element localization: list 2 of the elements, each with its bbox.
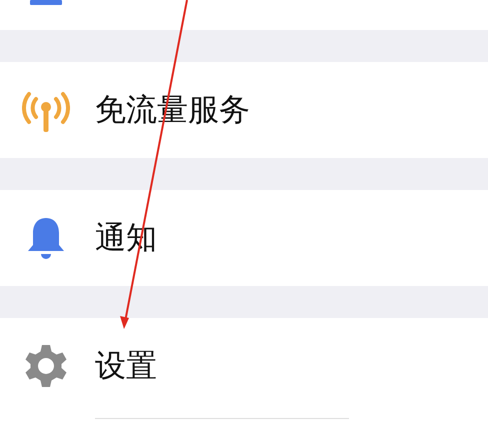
app-icon xyxy=(30,0,62,5)
menu-label: 设置 xyxy=(95,347,157,386)
